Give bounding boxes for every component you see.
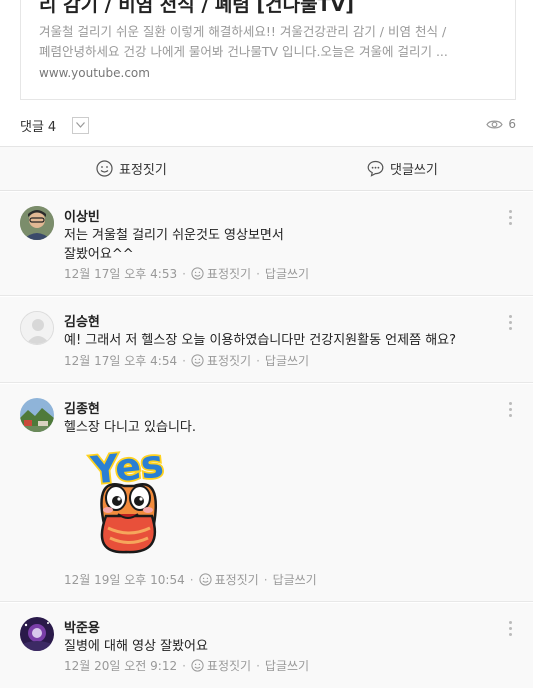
- comment-count-number: 4: [47, 120, 57, 135]
- comment-count-bar: 댓글 4 6: [20, 114, 516, 138]
- comment-text: 저는 겨울철 걸리기 쉬운것도 영상보면서 잘봤어요^^: [64, 228, 284, 262]
- comment-author[interactable]: 박준용: [64, 617, 100, 636]
- link-domain: www.youtube.com: [39, 66, 150, 80]
- react-button-label: 표정짓기: [119, 163, 167, 178]
- write-comment-button[interactable]: 댓글쓰기: [367, 159, 438, 178]
- comment-time: 12월 19일 오후 10:54: [64, 573, 185, 587]
- separator-dot: ·: [256, 266, 260, 281]
- view-count-number: 6: [508, 117, 516, 131]
- comment-author[interactable]: 김승현: [64, 311, 100, 330]
- comment-reply-button[interactable]: 답글쓰기: [273, 571, 317, 588]
- eye-icon: [486, 120, 504, 128]
- avatar[interactable]: [20, 617, 54, 651]
- comment-time: 12월 17일 오후 4:54: [64, 354, 178, 368]
- comment-react-button[interactable]: 표정짓기: [191, 657, 251, 674]
- smiley-icon: [191, 267, 204, 280]
- comment-react-label: 표정짓기: [214, 573, 259, 587]
- separator-dot: ·: [263, 572, 268, 587]
- comment-item: 이상빈 저는 겨울철 걸리기 쉬운것도 영상보면서 잘봤어요^^ 12월 17일…: [0, 192, 533, 296]
- react-button[interactable]: 표정짓기: [96, 159, 167, 178]
- comment-text: 헬스장 다니고 있습니다.: [64, 420, 196, 435]
- landscape-photo-icon: [20, 398, 54, 432]
- comment-item: 김종현 헬스장 다니고 있습니다. Yes 12월 19일 오후 10:54 ·…: [0, 384, 533, 602]
- separator-dot: ·: [182, 353, 186, 368]
- comment-author[interactable]: 이상빈: [64, 206, 100, 225]
- link-description-line: 폐렴안녕하세요 건강 나에게 물어봐 건나물TV 입니다.오늘은 겨울에 걸리기…: [39, 44, 448, 59]
- link-title: 리 감기 / 비염 천식 / 폐렴 [건나물TV]: [39, 0, 354, 16]
- comment-react-label: 표정짓기: [206, 267, 252, 281]
- comment-react-label: 표정짓기: [206, 659, 252, 673]
- comment-sort-toggle[interactable]: [72, 117, 89, 134]
- sticker-text: Yes: [88, 446, 166, 493]
- separator-dot: ·: [189, 572, 194, 587]
- avatar[interactable]: [20, 206, 54, 240]
- yes-sticker-icon: Yes: [86, 440, 167, 554]
- link-description-line: 겨울철 걸리기 쉬운 질환 이렇게 해결하세요!! 겨울건강관리 감기 / 비염…: [39, 24, 447, 39]
- smiley-icon: [191, 354, 204, 367]
- comment-item: 박준용 질병에 대해 영상 잘봤어요 12월 20일 오전 9:12 · 표정짓…: [0, 603, 533, 688]
- comment-react-button[interactable]: 표정짓기: [191, 265, 251, 282]
- comment-count-label: 댓글: [20, 120, 44, 135]
- write-comment-label: 댓글쓰기: [390, 163, 438, 178]
- smiley-icon: [191, 659, 204, 672]
- separator-dot: ·: [182, 266, 186, 281]
- comment-item: 김승현 예! 그래서 저 헬스장 오늘 이용하였습니다만 건강지원활동 언제쯤 …: [0, 297, 533, 383]
- yes-sticker: Yes: [64, 440, 192, 554]
- comment-count: 댓글 4: [20, 116, 56, 135]
- comment-react-button[interactable]: 표정짓기: [191, 352, 251, 369]
- link-preview-card[interactable]: 리 감기 / 비염 천식 / 폐렴 [건나물TV] 겨울철 걸리기 쉬운 질환 …: [20, 0, 516, 100]
- night-photo-icon: [20, 617, 54, 651]
- separator-dot: ·: [182, 658, 186, 673]
- comment-text: 질병에 대해 영상 잘봤어요: [64, 639, 208, 654]
- avatar[interactable]: [20, 398, 54, 432]
- comment-meta: 12월 20일 오전 9:12 · 표정짓기 · 답글쓰기: [64, 657, 309, 674]
- smiley-icon: [96, 160, 113, 177]
- speech-bubble-icon: [367, 160, 384, 177]
- more-options-icon[interactable]: [509, 402, 513, 417]
- smiley-icon: [198, 573, 212, 586]
- chevron-down-icon: [76, 122, 85, 128]
- comment-text: 예! 그래서 저 헬스장 오늘 이용하였습니다만 건강지원활동 언제쯤 해요?: [64, 333, 457, 348]
- comment-react-button[interactable]: 표정짓기: [198, 571, 259, 588]
- comment-time: 12월 17일 오후 4:53: [64, 267, 178, 281]
- comment-meta: 12월 19일 오후 10:54 · 표정짓기 · 답글쓰기: [64, 571, 317, 588]
- default-avatar-icon: [21, 312, 53, 344]
- separator-dot: ·: [256, 353, 260, 368]
- comment-author[interactable]: 김종현: [64, 398, 100, 417]
- person-photo-icon: [20, 206, 54, 240]
- view-count: 6: [486, 117, 516, 131]
- link-description: 겨울철 걸리기 쉬운 질환 이렇게 해결하세요!! 겨울건강관리 감기 / 비염…: [39, 22, 499, 62]
- comment-meta: 12월 17일 오후 4:54 · 표정짓기 · 답글쓰기: [64, 352, 309, 369]
- comment-time: 12월 20일 오전 9:12: [64, 659, 178, 673]
- post-action-bar: 표정짓기 댓글쓰기: [0, 146, 533, 191]
- separator-dot: ·: [256, 658, 260, 673]
- more-options-icon[interactable]: [509, 621, 513, 636]
- comment-reply-button[interactable]: 답글쓰기: [265, 265, 309, 282]
- comment-reply-button[interactable]: 답글쓰기: [265, 352, 309, 369]
- more-options-icon[interactable]: [509, 210, 513, 225]
- comment-react-label: 표정짓기: [206, 354, 252, 368]
- more-options-icon[interactable]: [509, 315, 513, 330]
- avatar[interactable]: [20, 311, 54, 345]
- comment-meta: 12월 17일 오후 4:53 · 표정짓기 · 답글쓰기: [64, 265, 309, 282]
- comment-reply-button[interactable]: 답글쓰기: [265, 657, 309, 674]
